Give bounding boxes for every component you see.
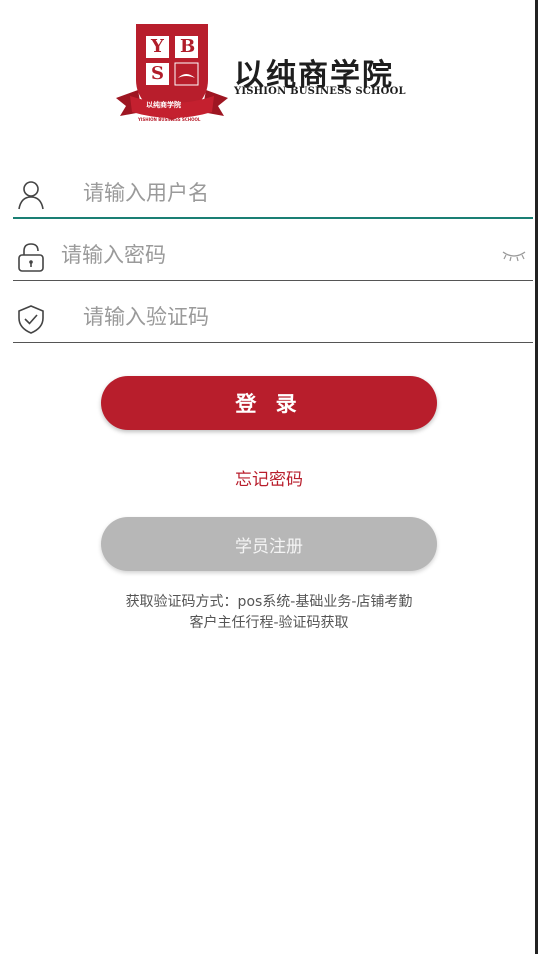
lock-icon	[18, 243, 44, 272]
captcha-underline	[13, 342, 533, 343]
crest-emblem	[116, 24, 228, 120]
crest-letter-s: S	[151, 63, 164, 84]
captcha-hint-line-2: 客户主任行程-验证码获取	[189, 615, 349, 631]
captcha-hint: 获取验证码方式：pos系统-基础业务-店铺考勤 客户主任行程-验证码获取	[0, 592, 538, 634]
captcha-input[interactable]	[83, 299, 523, 335]
user-icon	[18, 181, 44, 210]
username-input[interactable]	[83, 175, 523, 211]
captcha-hint-line-1: 获取验证码方式：pos系统-基础业务-店铺考勤	[125, 594, 413, 610]
username-underline	[13, 217, 533, 219]
crest-letter-b: B	[180, 36, 196, 57]
password-underline	[13, 280, 533, 281]
password-row	[13, 231, 533, 281]
username-row	[13, 169, 533, 219]
forgot-password-link[interactable]: 忘记密码	[0, 465, 538, 490]
crest-letter-y: Y	[151, 36, 164, 57]
captcha-row	[13, 293, 533, 343]
eye-closed-icon[interactable]	[501, 248, 527, 262]
crest-ribbon-text: 以纯商学院	[146, 101, 181, 109]
register-button[interactable]: 学员注册	[101, 517, 437, 571]
login-button[interactable]: 登 录	[101, 376, 437, 430]
shield-check-icon	[18, 305, 44, 334]
brand-name-en: YISHION BUSINESS SCHOOL	[234, 86, 406, 97]
school-logo: Y B S 以纯商学院 YISHION BUSINESS SCHOOL 以纯商学…	[116, 20, 416, 130]
password-input[interactable]	[61, 237, 481, 273]
crest-ribbon-subtext: YISHION BUSINESS SCHOOL	[138, 117, 201, 122]
